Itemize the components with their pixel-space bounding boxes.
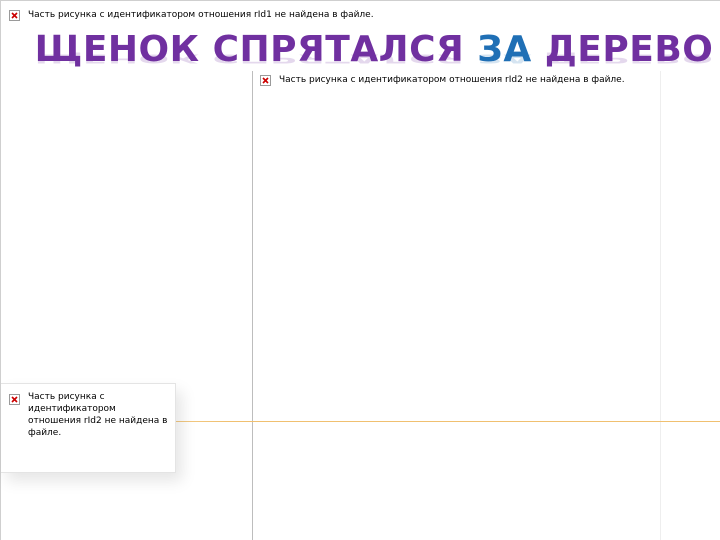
small-image-placeholder: Часть рисунка с идентификатором отношени… — [1, 383, 176, 473]
main-image-placeholder: Часть рисунка с идентификатором отношени… — [252, 71, 661, 540]
missing-image-message: Часть рисунка с идентификатором отношени… — [28, 10, 374, 20]
broken-image-icon — [260, 75, 271, 86]
missing-image-message: Часть рисунка с идентификатором отношени… — [28, 392, 168, 438]
broken-image-icon — [9, 394, 20, 405]
title-text-end: ДЕРЕВО — [531, 29, 714, 70]
title-text-start: ЩЕНОК СПРЯТАЛСЯ — [34, 29, 478, 70]
missing-image-message: Часть рисунка с идентификатором отношени… — [279, 75, 625, 85]
broken-image-icon — [9, 10, 20, 21]
title-text-accent: ЗА — [477, 29, 532, 70]
slide-title: ЩЕНОК СПРЯТАЛСЯ ЗА ДЕРЕВО — [0, 28, 720, 72]
